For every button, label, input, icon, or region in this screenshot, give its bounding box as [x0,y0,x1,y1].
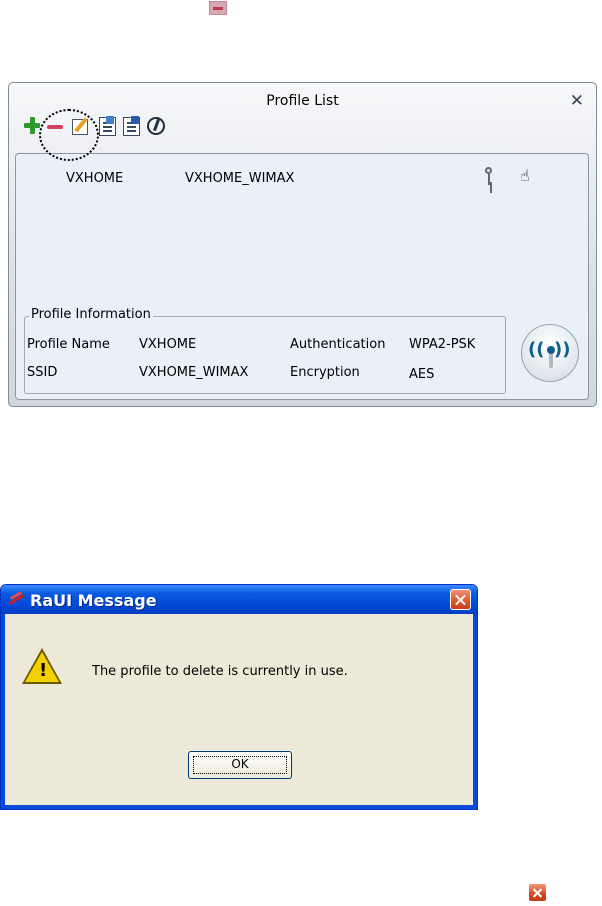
left-border [1,614,5,809]
ok-label: OK [231,757,249,771]
message-text: The profile to delete is currently in us… [92,664,348,679]
dialog-titlebar: RaUI Message [1,585,477,614]
right-border [473,614,477,809]
add-profile-button[interactable] [22,115,44,137]
connect-button[interactable] [147,117,165,135]
import-profile-button[interactable] [99,116,116,136]
authentication-value: WPA2-PSK [409,337,476,352]
encryption-label: Encryption [290,365,360,380]
profile-information-group: Profile Information Profile Name VXHOME … [24,307,506,394]
ok-button[interactable]: OK [188,751,292,779]
app-icon [7,591,25,607]
profile-name-value: VXHOME [139,337,197,352]
wireless-radio-button[interactable]: (( )) [521,324,579,382]
signal-arc-left: (( [528,339,545,360]
group-legend: Profile Information [29,307,153,322]
hand-pointer-icon: ☝ [520,166,530,185]
export-profile-button[interactable] [123,116,140,136]
bottom-border [1,805,477,809]
delete-profile-button[interactable] [44,115,66,137]
warning-exclamation: ! [39,660,48,681]
profile-name-label: Profile Name [27,337,110,352]
dialog-title: RaUI Message [30,591,157,610]
profile-list-window: Profile List ✕ VXHOME VXHOME_WIMAX ☝ Pro… [8,82,597,407]
profile-row[interactable]: VXHOME VXHOME_WIMAX ☝ [20,160,584,186]
profile-name: VXHOME [66,171,124,186]
encryption-value: AES [409,367,435,382]
message-dialog: RaUI Message ! The profile to delete is … [0,584,478,810]
edit-profile-button[interactable] [72,119,88,135]
profile-panel: VXHOME VXHOME_WIMAX ☝ Profile Informatio… [15,153,589,400]
minus-icon [209,1,227,15]
close-button[interactable]: ✕ [570,91,584,111]
antenna-dot [547,346,555,354]
window-title: Profile List [266,93,339,109]
key-icon [484,167,494,187]
dialog-close-button[interactable] [450,589,471,610]
ssid-value: VXHOME_WIMAX [139,365,249,380]
close-icon [528,883,547,902]
ssid-label: SSID [27,365,58,380]
profile-ssid: VXHOME_WIMAX [185,171,295,186]
signal-arc-right: )) [554,339,571,360]
authentication-label: Authentication [290,337,386,352]
